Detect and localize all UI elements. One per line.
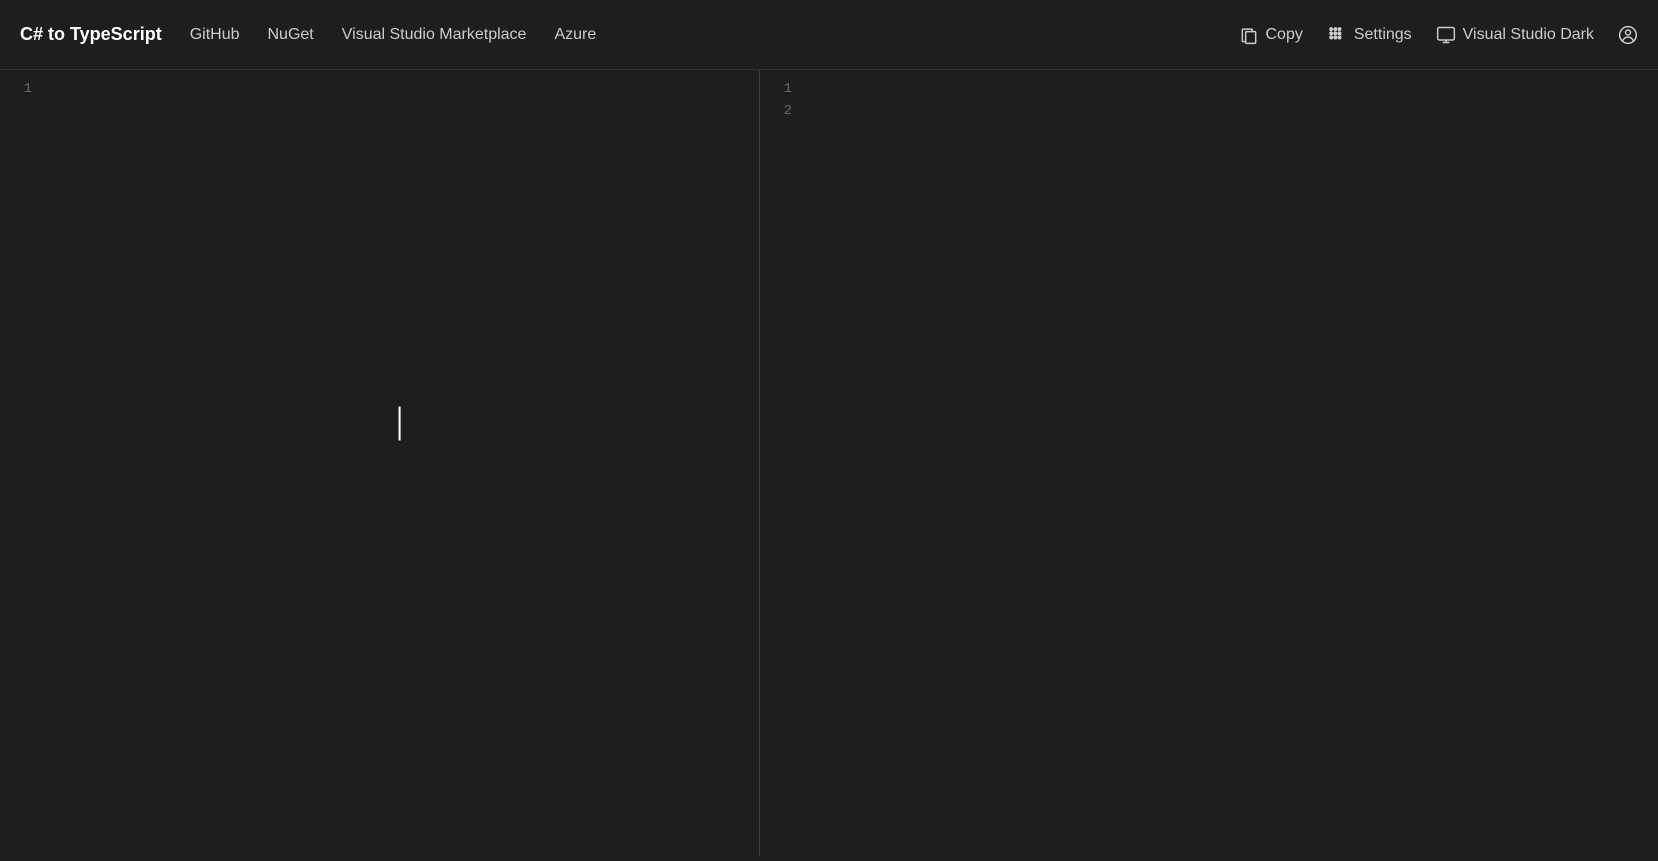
github-link[interactable]: GitHub bbox=[190, 26, 240, 44]
marketplace-link[interactable]: Visual Studio Marketplace bbox=[342, 26, 527, 44]
left-editor-wrapper[interactable]: │ bbox=[40, 70, 759, 856]
typescript-output bbox=[800, 70, 1658, 856]
copy-label: Copy bbox=[1266, 26, 1303, 44]
settings-label: Settings bbox=[1354, 26, 1412, 44]
user-icon bbox=[1618, 25, 1638, 45]
theme-icon bbox=[1436, 25, 1456, 45]
right-line-numbers: 1 2 bbox=[760, 70, 800, 856]
right-output-panel: 1 2 bbox=[760, 70, 1658, 856]
left-line-numbers: 1 bbox=[0, 70, 40, 856]
azure-link[interactable]: Azure bbox=[554, 26, 596, 44]
left-editor-panel: 1 │ bbox=[0, 70, 760, 856]
csharp-input[interactable] bbox=[46, 78, 759, 856]
navbar: C# to TypeScript GitHub NuGet Visual Stu… bbox=[0, 0, 1658, 70]
settings-button[interactable]: Settings bbox=[1327, 25, 1412, 45]
navbar-right: Copy Settings bbox=[1239, 25, 1639, 45]
output-line-number-1: 1 bbox=[760, 78, 792, 100]
copy-icon bbox=[1239, 25, 1259, 45]
user-button[interactable] bbox=[1618, 25, 1638, 45]
main-content: 1 │ 1 2 bbox=[0, 70, 1658, 856]
nuget-link[interactable]: NuGet bbox=[268, 26, 314, 44]
theme-label: Visual Studio Dark bbox=[1463, 26, 1594, 44]
app-title[interactable]: C# to TypeScript bbox=[20, 24, 162, 45]
output-line-number-2: 2 bbox=[760, 100, 792, 122]
theme-button[interactable]: Visual Studio Dark bbox=[1436, 25, 1594, 45]
copy-button[interactable]: Copy bbox=[1239, 25, 1303, 45]
settings-icon bbox=[1327, 25, 1347, 45]
navbar-left: C# to TypeScript GitHub NuGet Visual Stu… bbox=[20, 24, 596, 45]
line-number-1: 1 bbox=[0, 78, 32, 100]
